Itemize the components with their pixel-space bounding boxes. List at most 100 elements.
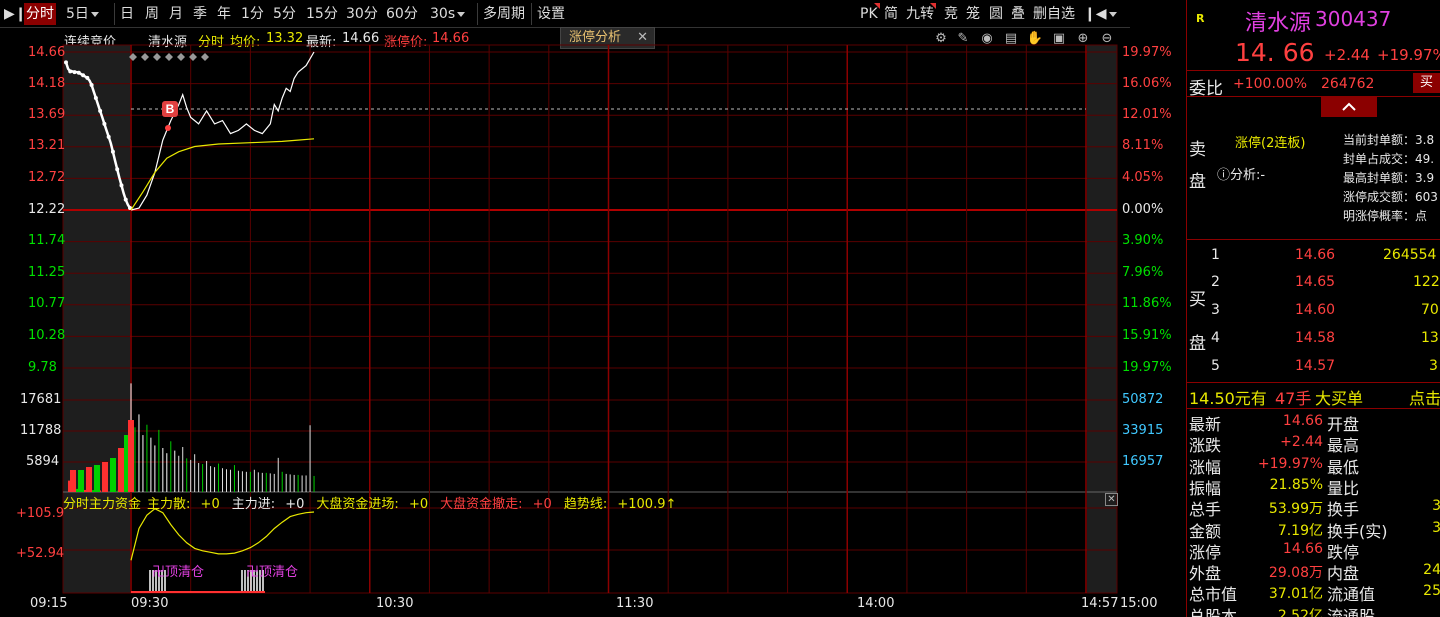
indicator-item: 主力进: +0 bbox=[231, 497, 305, 512]
tab-60min[interactable]: 60分 bbox=[384, 3, 420, 25]
auction-point bbox=[98, 108, 103, 113]
big-order-alert[interactable]: 14.50元有 47手 大买单 点击 bbox=[1187, 385, 1440, 408]
quote-value: 37.01亿 bbox=[1268, 586, 1323, 603]
tab-30min[interactable]: 30分 bbox=[344, 3, 380, 25]
pct-tick: 4.05% bbox=[1122, 170, 1164, 185]
overlay-button[interactable]: 叠 bbox=[1009, 3, 1027, 25]
event-diamond bbox=[165, 53, 173, 61]
indicator-tick: +52.94 bbox=[16, 546, 65, 561]
tab-month[interactable]: 月 bbox=[167, 3, 185, 25]
bid-row[interactable]: 1 14.66 264554 bbox=[1187, 247, 1440, 269]
price-tick: 11.25 bbox=[28, 265, 66, 280]
volume-bar bbox=[78, 470, 84, 492]
volume-tick: 5894 bbox=[26, 454, 60, 469]
pct-tick: 0.00% bbox=[1122, 202, 1164, 217]
multi-period-button[interactable]: 多周期 bbox=[481, 3, 527, 25]
bid-row[interactable]: 3 14.60 70 bbox=[1187, 302, 1440, 324]
time-tick: 10:30 bbox=[376, 596, 414, 611]
tab-minute[interactable]: 分时 bbox=[24, 3, 56, 25]
quote-value: 3 bbox=[1432, 498, 1440, 514]
bid-row[interactable]: 4 14.58 13 bbox=[1187, 330, 1440, 352]
volume-bar bbox=[102, 462, 108, 492]
quote-row: 总股本 2.52亿 流通股 bbox=[1187, 603, 1440, 617]
tab-5min[interactable]: 5分 bbox=[271, 3, 298, 25]
quote-row: 总市值 37.01亿 流通值 25 bbox=[1187, 581, 1440, 604]
quote-value: 25 bbox=[1423, 583, 1440, 600]
price-tick: 9.78 bbox=[28, 360, 57, 375]
indicator-tick: +105.9 bbox=[16, 506, 65, 521]
intraday-chart[interactable]: B bbox=[0, 28, 1186, 617]
bid-row[interactable]: 5 14.57 3 bbox=[1187, 358, 1440, 380]
circle-button[interactable]: 圆 bbox=[987, 3, 1005, 25]
simple-button[interactable]: 简 bbox=[882, 3, 900, 25]
analysis-row: ⓘ分析:- bbox=[1217, 168, 1266, 183]
auction-button[interactable]: 竞 bbox=[942, 3, 960, 25]
remove-watchlist-button[interactable]: 删自选 bbox=[1031, 3, 1077, 25]
indicator-name[interactable]: 分时主力资金 bbox=[63, 497, 141, 512]
quote-value: 21.85% bbox=[1269, 476, 1323, 493]
quote-value: 29.08万 bbox=[1268, 565, 1323, 582]
quote-panel: R 清水源 300437 14. 66 +2.44 +19.97% 委比 +10… bbox=[1186, 0, 1440, 617]
jiuzhuan-button[interactable]: 九转 bbox=[904, 3, 936, 25]
auction-point bbox=[89, 83, 94, 88]
price-line bbox=[130, 51, 315, 211]
signal-label: 卍顶清仓 bbox=[152, 565, 205, 580]
auction-point bbox=[76, 70, 81, 75]
price-tick: 13.69 bbox=[28, 107, 66, 122]
seal-info: 最高封单额：3.9 bbox=[1343, 171, 1435, 185]
tab-year[interactable]: 年 bbox=[215, 3, 233, 25]
quote-row: 涨停 14.66 跌停 bbox=[1187, 539, 1440, 562]
time-tick: 15:00 bbox=[1120, 596, 1158, 611]
weibi-value: +100.00% bbox=[1233, 76, 1308, 92]
quote-row: 振幅 21.85% 量比 bbox=[1187, 475, 1440, 498]
time-tick: 09:30 bbox=[131, 596, 169, 611]
price-tick: 12.72 bbox=[28, 170, 66, 185]
pct-tick: 3.90% bbox=[1122, 233, 1164, 248]
indicator-legend: 分时主力资金 主力散: +0 主力进: +0 大盘资金进场: +0 大盘资金撤走: +0… bbox=[63, 493, 688, 512]
buy-button[interactable]: 买 bbox=[1413, 73, 1440, 93]
chevron-up-icon bbox=[1342, 102, 1356, 111]
auction-point bbox=[106, 134, 111, 139]
auction-point bbox=[123, 197, 128, 202]
seal-info: 涨停成交额：603 bbox=[1343, 190, 1438, 204]
settings-button[interactable]: 设置 bbox=[535, 3, 567, 25]
quote-value: 7.19亿 bbox=[1277, 522, 1323, 539]
quote-value: 14.66 bbox=[1282, 540, 1323, 557]
price-tick: 14.18 bbox=[28, 76, 66, 91]
price-change-pct: +19.97% bbox=[1377, 46, 1440, 64]
tab-30s[interactable]: 30s bbox=[428, 3, 467, 25]
tab-5day[interactable]: 5日 bbox=[64, 3, 101, 25]
weicha-value: 264762 bbox=[1321, 76, 1375, 92]
collapse-left-icon[interactable]: ▶❙ bbox=[2, 3, 27, 25]
pk-button[interactable]: PK bbox=[858, 3, 880, 25]
time-tick: 14:00 bbox=[857, 596, 895, 611]
closing-auction-area bbox=[1087, 45, 1117, 593]
limit-status: 涨停(2连板) bbox=[1235, 136, 1306, 151]
bid-row[interactable]: 2 14.65 122 bbox=[1187, 274, 1440, 296]
auction-point bbox=[119, 183, 124, 188]
quote-value: 2.52亿 bbox=[1277, 607, 1323, 617]
close-indicator-icon[interactable]: ✕ bbox=[1105, 493, 1118, 506]
tab-15min[interactable]: 15分 bbox=[304, 3, 340, 25]
volume-bar bbox=[86, 467, 92, 492]
r-badge: R bbox=[1196, 12, 1205, 25]
tab-1min[interactable]: 1分 bbox=[239, 3, 266, 25]
tab-week[interactable]: 周 bbox=[143, 3, 161, 25]
avg-price-line bbox=[130, 138, 315, 211]
auction-point bbox=[85, 75, 90, 80]
price-tick: 10.77 bbox=[28, 296, 66, 311]
tab-day[interactable]: 日 bbox=[118, 3, 136, 25]
indicator-item: 大盘资金进场: +0 bbox=[316, 497, 429, 512]
collapse-button[interactable] bbox=[1321, 97, 1377, 117]
auction-point bbox=[102, 121, 107, 126]
signal-label: 卍顶清仓 bbox=[246, 565, 299, 580]
tab-season[interactable]: 季 bbox=[191, 3, 209, 25]
cage-button[interactable]: 笼 bbox=[964, 3, 982, 25]
time-tick: 14:57 bbox=[1081, 596, 1119, 611]
pct-tick: 11.86% bbox=[1122, 296, 1172, 311]
volume-tick: 17681 bbox=[20, 392, 62, 407]
pct-tick: 19.97% bbox=[1122, 360, 1172, 375]
time-tick: 11:30 bbox=[616, 596, 654, 611]
more-dropdown-icon[interactable] bbox=[1103, 3, 1119, 25]
current-price: 14. 66 bbox=[1235, 38, 1315, 67]
